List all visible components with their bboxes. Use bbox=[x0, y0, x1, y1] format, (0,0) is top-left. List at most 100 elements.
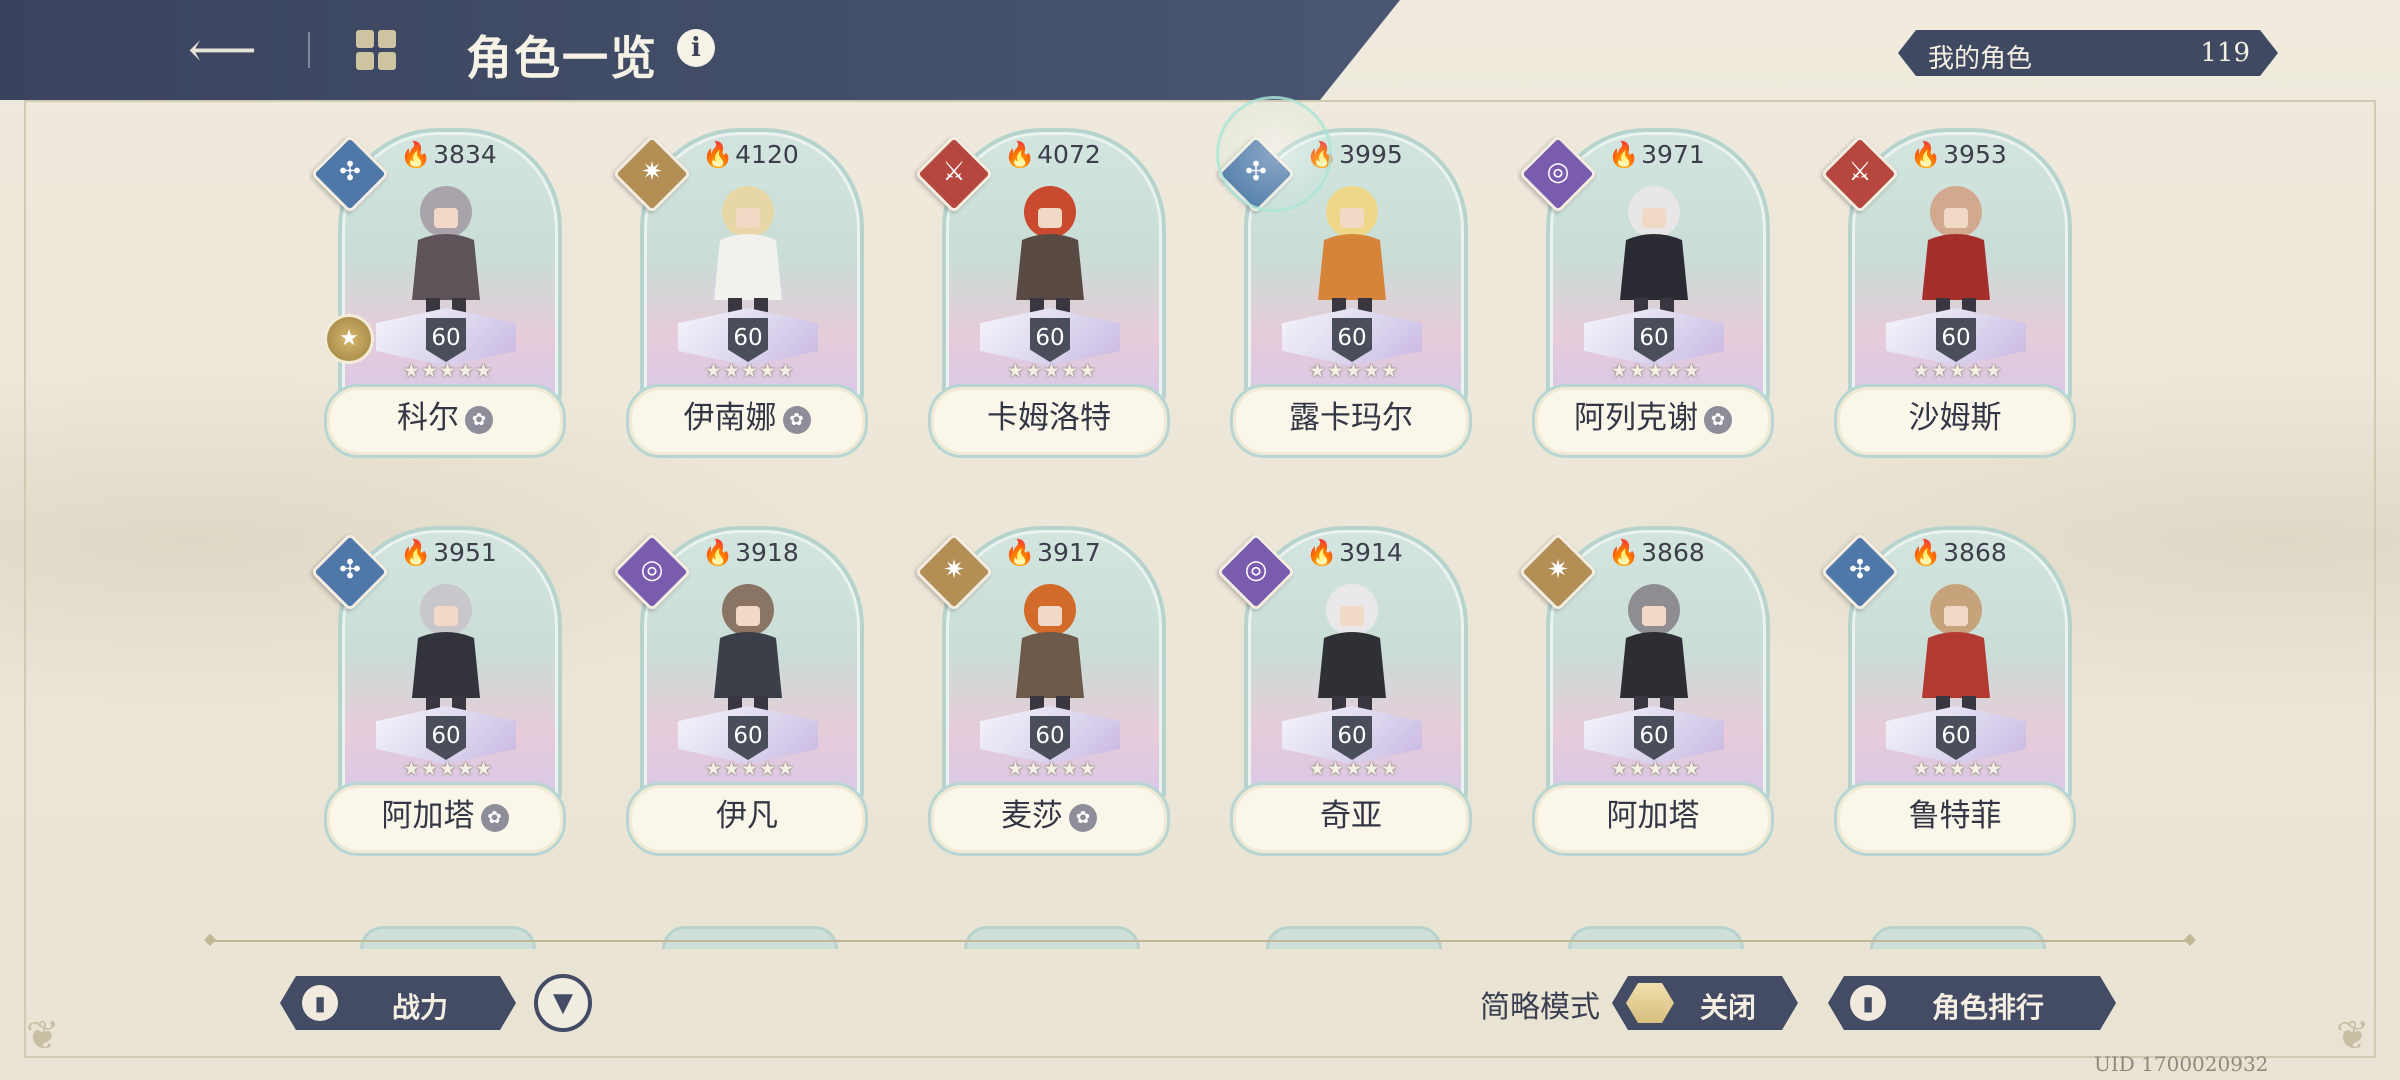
star-rating: ★★★★★ bbox=[704, 758, 796, 780]
character-sprite bbox=[1318, 186, 1386, 316]
card-peek bbox=[1266, 926, 1442, 949]
character-name: 科尔 bbox=[397, 400, 459, 436]
flame-icon: 🔥 bbox=[702, 140, 734, 169]
power-number: 3971 bbox=[1641, 140, 1705, 169]
awaken-badge-icon: ✿ bbox=[465, 405, 493, 434]
power-value: 🔥3834 bbox=[400, 140, 497, 170]
character-card[interactable]: 🔥4072 ⚔ 60 ★★★★★ 卡姆洛特 bbox=[914, 122, 1170, 458]
flame-icon: 🔥 bbox=[702, 538, 734, 567]
card-peek bbox=[1568, 926, 1744, 949]
character-card[interactable]: 🔥3834 ✣ 60 ★★★★★ 科尔 ✿ ★ bbox=[310, 122, 566, 458]
character-sprite bbox=[714, 584, 782, 714]
card-peek bbox=[360, 926, 536, 949]
power-number: 3868 bbox=[1641, 538, 1705, 567]
corner-ornament: ❦ bbox=[2336, 1013, 2370, 1059]
character-card[interactable]: 🔥3971 ◎ 60 ★★★★★ 阿列克谢 ✿ bbox=[1518, 122, 1774, 458]
flame-icon: 🔥 bbox=[1004, 140, 1036, 169]
power-value: 🔥3971 bbox=[1608, 140, 1705, 170]
character-name: 麦莎 bbox=[1001, 798, 1063, 834]
character-name: 阿加塔 bbox=[381, 798, 475, 834]
character-name-plate: 科尔 ✿ bbox=[324, 384, 566, 458]
character-name-plate: 麦莎 ✿ bbox=[928, 782, 1170, 856]
header-separator bbox=[308, 32, 310, 68]
power-number: 3917 bbox=[1037, 538, 1101, 567]
favorite-star-icon: ★ bbox=[324, 314, 374, 364]
character-ranking-button[interactable]: ▮ 角色排行 bbox=[1828, 976, 2116, 1030]
simple-mode-toggle[interactable]: 关闭 bbox=[1612, 976, 1798, 1030]
flame-icon: 🔥 bbox=[1608, 140, 1640, 169]
page-title: 角色一览 bbox=[466, 31, 658, 85]
character-name-plate: 奇亚 bbox=[1230, 782, 1472, 856]
star-rating: ★★★★★ bbox=[1610, 758, 1702, 780]
back-arrow-icon[interactable]: ⟵ bbox=[188, 22, 257, 78]
power-value: 🔥3953 bbox=[1910, 140, 2007, 170]
character-name: 奇亚 bbox=[1320, 798, 1382, 834]
power-value: 🔥3914 bbox=[1306, 538, 1403, 568]
flame-icon: 🔥 bbox=[1306, 538, 1338, 567]
flame-icon: 🔥 bbox=[400, 140, 432, 169]
toggle-state: 关闭 bbox=[1700, 991, 1757, 1024]
character-name-plate: 沙姆斯 bbox=[1834, 384, 2076, 458]
ranking-icon: ▮ bbox=[1850, 985, 1886, 1021]
character-name: 鲁特菲 bbox=[1908, 798, 2002, 834]
power-value: 🔥4120 bbox=[702, 140, 799, 170]
character-name-plate: 卡姆洛特 bbox=[928, 384, 1170, 458]
corner-ornament: ❦ bbox=[26, 1013, 60, 1059]
star-rating: ★★★★★ bbox=[402, 360, 494, 382]
star-rating: ★★★★★ bbox=[1610, 360, 1702, 382]
character-card[interactable]: 🔥4120 ✷ 60 ★★★★★ 伊南娜 ✿ bbox=[612, 122, 868, 458]
my-characters-count: 119 bbox=[2200, 38, 2250, 68]
power-number: 3914 bbox=[1339, 538, 1403, 567]
sort-power-button[interactable]: ▮ 战力 bbox=[280, 976, 516, 1030]
character-name-plate: 伊凡 bbox=[626, 782, 868, 856]
character-card[interactable]: 🔥3917 ✷ 60 ★★★★★ 麦莎 ✿ bbox=[914, 520, 1170, 856]
character-card[interactable]: 🔥3868 ✷ 60 ★★★★★ 阿加塔 bbox=[1518, 520, 1774, 856]
info-icon[interactable]: i bbox=[677, 29, 715, 67]
star-rating: ★★★★★ bbox=[1912, 758, 2004, 780]
ranking-label: 角色排行 bbox=[1932, 991, 2045, 1024]
my-characters-label: 我的角色 bbox=[1928, 44, 2033, 74]
awaken-badge-icon: ✿ bbox=[1704, 405, 1732, 434]
character-card[interactable]: 🔥3918 ◎ 60 ★★★★★ 伊凡 bbox=[612, 520, 868, 856]
header-bar: ⟵ 角色一览 i bbox=[0, 0, 1400, 100]
toggle-knob bbox=[1626, 983, 1674, 1023]
power-number: 3951 bbox=[433, 538, 497, 567]
power-number: 4120 bbox=[735, 140, 799, 169]
character-sprite bbox=[1620, 584, 1688, 714]
character-sprite bbox=[1016, 186, 1084, 316]
character-name-plate: 伊南娜 ✿ bbox=[626, 384, 868, 458]
character-card[interactable]: 🔥3868 ✣ 60 ★★★★★ 鲁特菲 bbox=[1820, 520, 2076, 856]
power-number: 3995 bbox=[1339, 140, 1403, 169]
character-sprite bbox=[1922, 584, 1990, 714]
filter-icon[interactable]: ▼ bbox=[534, 974, 592, 1032]
character-name-plate: 露卡玛尔 bbox=[1230, 384, 1472, 458]
character-card[interactable]: 🔥3914 ◎ 60 ★★★★★ 奇亚 bbox=[1216, 520, 1472, 856]
power-number: 3868 bbox=[1943, 538, 2007, 567]
character-card[interactable]: 🔥3953 ⚔ 60 ★★★★★ 沙姆斯 bbox=[1820, 122, 2076, 458]
character-name: 伊凡 bbox=[716, 798, 778, 834]
character-name: 伊南娜 bbox=[683, 400, 777, 436]
grid-icon[interactable] bbox=[356, 30, 398, 72]
uid-text: UID 1700020932 bbox=[2094, 1052, 2269, 1076]
power-value: 🔥4072 bbox=[1004, 140, 1101, 170]
character-name-plate: 鲁特菲 bbox=[1834, 782, 2076, 856]
star-rating: ★★★★★ bbox=[1006, 360, 1098, 382]
divider bbox=[204, 929, 2196, 948]
flame-icon: 🔥 bbox=[400, 538, 432, 567]
flame-icon: 🔥 bbox=[1608, 538, 1640, 567]
card-peek bbox=[662, 926, 838, 949]
character-name-plate: 阿加塔 bbox=[1532, 782, 1774, 856]
character-name: 阿加塔 bbox=[1606, 798, 1700, 834]
character-name: 卡姆洛特 bbox=[987, 400, 1111, 436]
star-rating: ★★★★★ bbox=[1912, 360, 2004, 382]
awaken-badge-icon: ✿ bbox=[1069, 803, 1097, 832]
power-value: 🔥3868 bbox=[1910, 538, 2007, 568]
character-sprite bbox=[1620, 186, 1688, 316]
character-name: 阿列克谢 bbox=[1574, 400, 1698, 436]
character-sprite bbox=[412, 186, 480, 316]
power-value: 🔥3917 bbox=[1004, 538, 1101, 568]
power-value: 🔥3951 bbox=[400, 538, 497, 568]
character-card[interactable]: 🔥3951 ✣ 60 ★★★★★ 阿加塔 ✿ bbox=[310, 520, 566, 856]
flame-icon: 🔥 bbox=[1910, 538, 1942, 567]
character-sprite bbox=[714, 186, 782, 316]
